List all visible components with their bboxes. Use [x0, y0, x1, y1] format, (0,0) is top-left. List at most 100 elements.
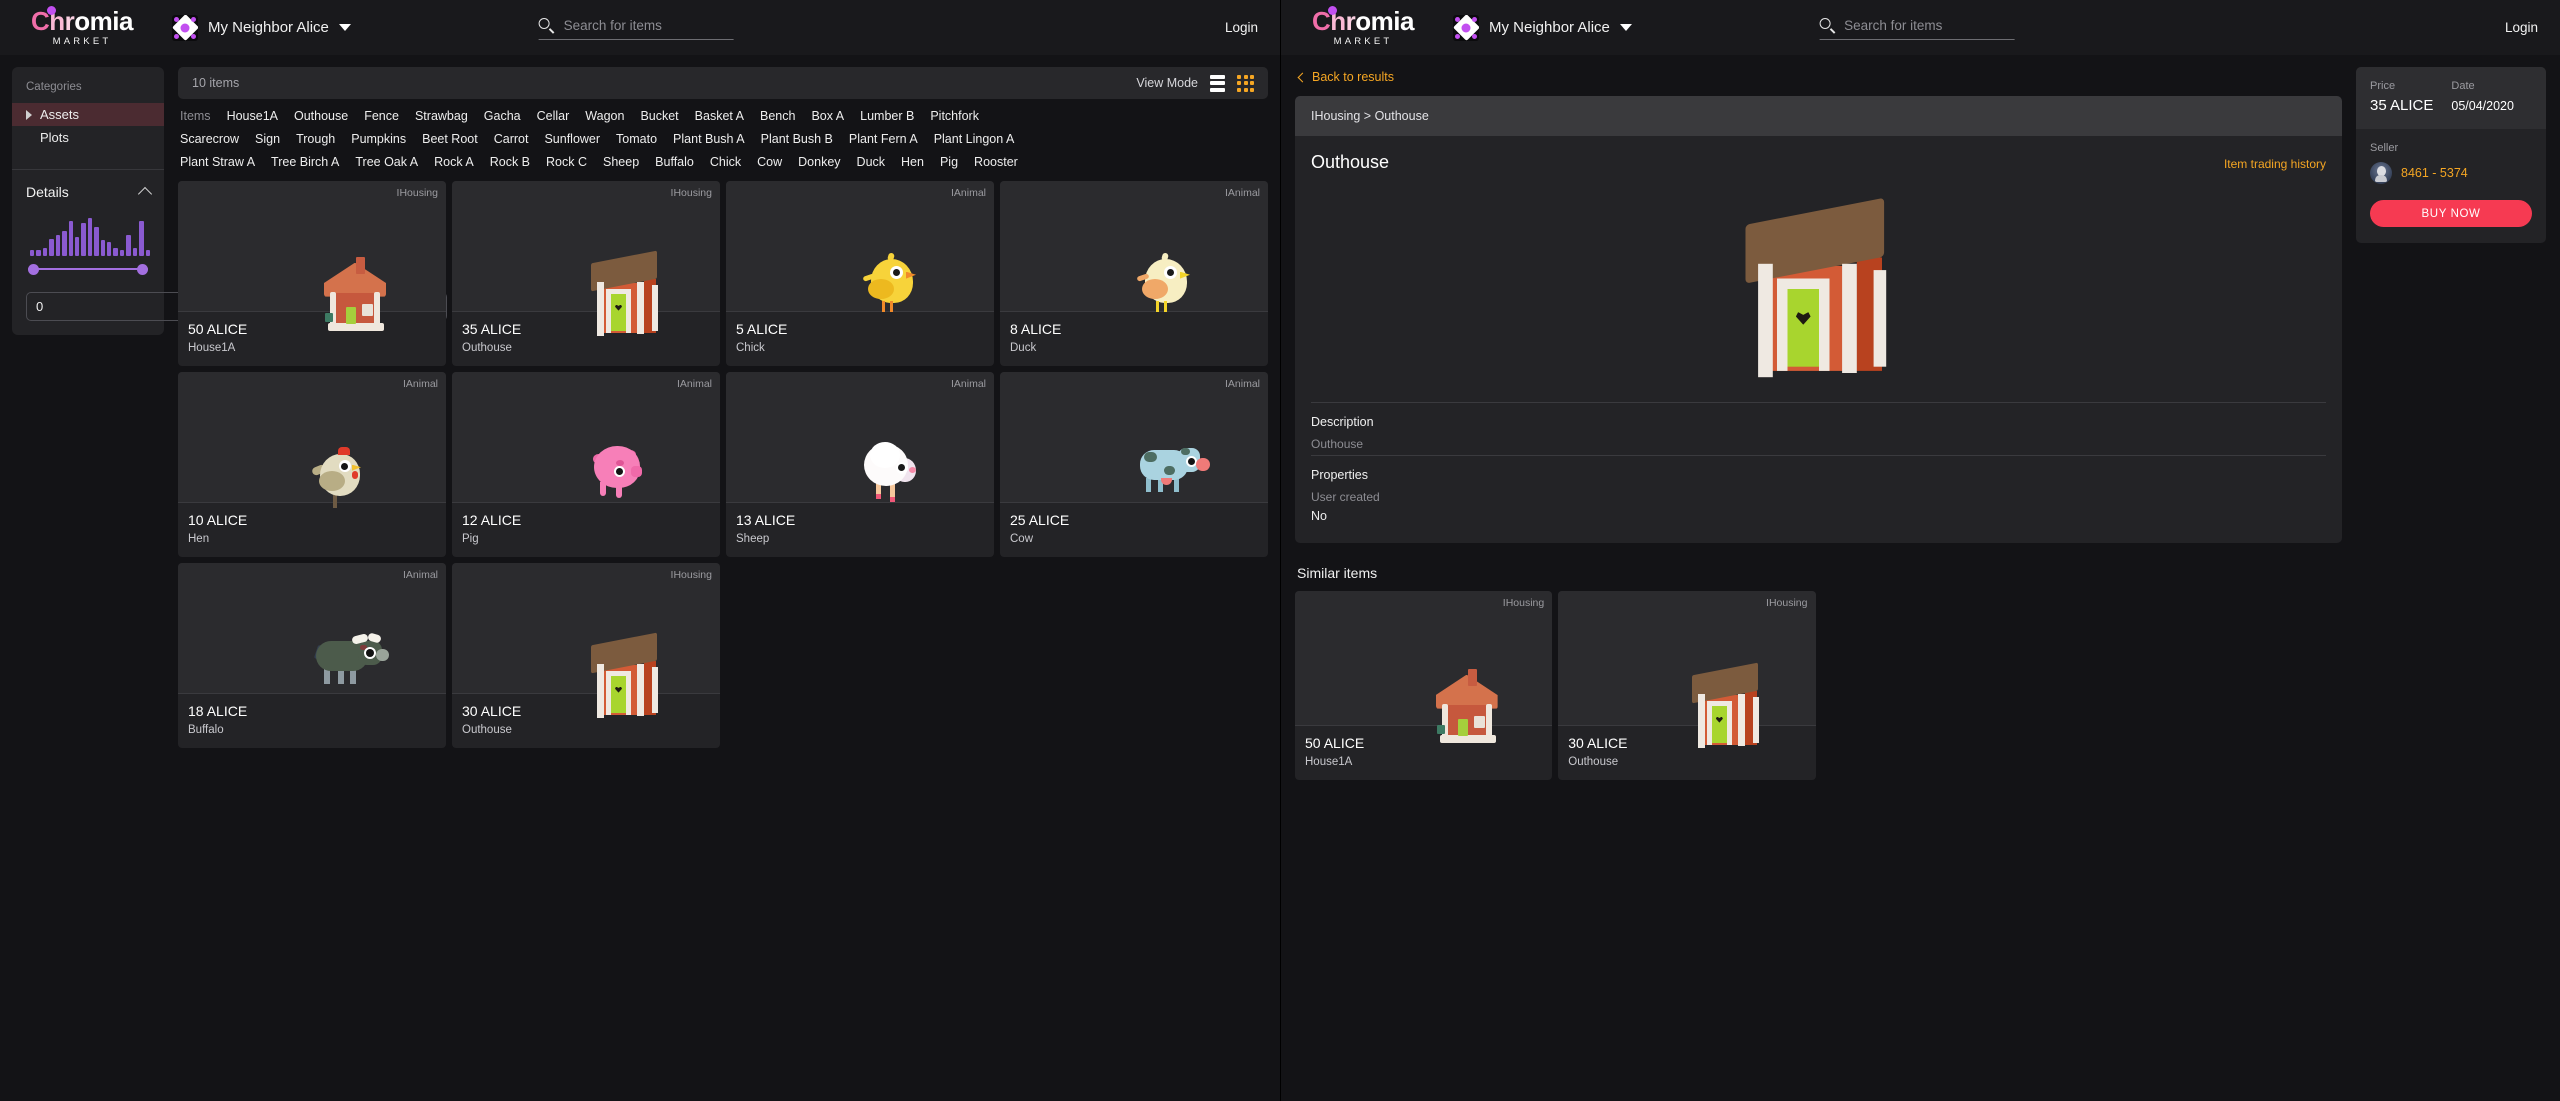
tag-filter-bucket[interactable]: Bucket: [640, 109, 678, 123]
seller-id-link[interactable]: 8461 - 5374: [2401, 166, 2468, 180]
tag-filter-cellar[interactable]: Cellar: [537, 109, 570, 123]
search-input[interactable]: Search for items: [564, 18, 662, 33]
sidebar-item-plots[interactable]: Plots: [12, 126, 164, 149]
search-box[interactable]: Search for items: [538, 16, 734, 40]
sidebar-item-label: Assets: [40, 107, 80, 122]
alice-hexagon-icon: [172, 14, 198, 41]
back-to-results-link[interactable]: Back to results: [1295, 67, 2342, 96]
tag-filter-duck[interactable]: Duck: [857, 155, 885, 169]
item-type-badge: IAnimal: [402, 569, 438, 581]
tag-filter-carrot[interactable]: Carrot: [494, 132, 529, 146]
login-button[interactable]: Login: [2505, 20, 2538, 35]
item-price: 5 ALICE: [736, 321, 788, 337]
tag-filter-trough[interactable]: Trough: [296, 132, 335, 146]
description-title: Description: [1311, 415, 1374, 429]
tag-filter-hen[interactable]: Hen: [901, 155, 924, 169]
tag-filter-sunflower[interactable]: Sunflower: [544, 132, 600, 146]
tag-filter-tree-birch-a[interactable]: Tree Birch A: [271, 155, 339, 169]
item-name: Outhouse: [462, 342, 512, 354]
tag-filter-basket-a[interactable]: Basket A: [695, 109, 744, 123]
tag-filter-plant-bush-a[interactable]: Plant Bush A: [673, 132, 745, 146]
tag-filter-lumber-b[interactable]: Lumber B: [860, 109, 914, 123]
tag-filter-house1a[interactable]: House1A: [227, 109, 278, 123]
item-card[interactable]: IHousing 30 ALICE Outhouse: [1558, 591, 1816, 780]
item-card[interactable]: IHousing 35 ALICE Outhouse: [452, 181, 720, 366]
tag-filter-beet-root[interactable]: Beet Root: [422, 132, 478, 146]
tag-filter-chick[interactable]: Chick: [710, 155, 741, 169]
item-card[interactable]: IAnimal 5 ALICE Chick: [726, 181, 994, 366]
details-header[interactable]: Details: [26, 184, 153, 202]
list-view-icon[interactable]: [1210, 74, 1225, 92]
grid-view-icon[interactable]: [1237, 74, 1254, 92]
price-block: Price 35 ALICE: [2370, 80, 2433, 114]
item-card[interactable]: IAnimal 8 ALICE Duck: [1000, 181, 1268, 366]
item-card[interactable]: IAnimal 12 ALICE Pig: [452, 372, 720, 557]
item-card[interactable]: IAnimal 10 ALICE Hen: [178, 372, 446, 557]
detail-column: Back to results IHousing > Outhouse Outh…: [1295, 67, 2342, 780]
tag-filter-items[interactable]: Items: [180, 109, 211, 123]
tag-filter-plant-fern-a[interactable]: Plant Fern A: [849, 132, 918, 146]
item-thumbnail: IAnimal: [1000, 372, 1268, 503]
tag-filter-plant-straw-a[interactable]: Plant Straw A: [180, 155, 255, 169]
tag-filter-plant-lingon-a[interactable]: Plant Lingon A: [934, 132, 1015, 146]
histogram-bar: [42, 248, 48, 256]
sidebar-item-assets[interactable]: Assets: [12, 103, 164, 126]
view-mode-label: View Mode: [1136, 76, 1198, 90]
tag-filter-wagon[interactable]: Wagon: [585, 109, 624, 123]
game-switcher[interactable]: My Neighbor Alice: [172, 14, 351, 41]
tag-filter-rock-b[interactable]: Rock B: [490, 155, 530, 169]
login-button[interactable]: Login: [1225, 20, 1258, 35]
item-thumbnail: IAnimal: [452, 372, 720, 503]
date-label: Date: [2451, 80, 2475, 92]
slider-knob-max[interactable]: [137, 263, 148, 275]
item-card[interactable]: IAnimal 13 ALICE Sheep: [726, 372, 994, 557]
tag-filter-pitchfork[interactable]: Pitchfork: [930, 109, 979, 123]
chevron-up-icon[interactable]: [137, 186, 153, 202]
price-value: 35 ALICE: [2370, 97, 2434, 114]
tag-filter-sheep[interactable]: Sheep: [603, 155, 639, 169]
item-price: 10 ALICE: [188, 512, 248, 528]
tag-filter-rooster[interactable]: Rooster: [974, 155, 1018, 169]
item-card[interactable]: IHousing 50 ALICE House1A: [1295, 591, 1553, 780]
item-thumbnail: IAnimal: [178, 372, 446, 508]
tag-filter-outhouse[interactable]: Outhouse: [294, 109, 348, 123]
buy-now-button[interactable]: BUY NOW: [2370, 200, 2532, 227]
item-card[interactable]: IAnimal 18 ALICE Buffalo: [178, 563, 446, 748]
game-name-label: My Neighbor Alice: [1489, 19, 1610, 36]
tag-filter-strawbag[interactable]: Strawbag: [415, 109, 468, 123]
chromia-logo[interactable]: Chromia MARKET: [1303, 6, 1423, 47]
tag-filter-gacha[interactable]: Gacha: [484, 109, 521, 123]
search-box[interactable]: Search for items: [1819, 16, 2015, 40]
tag-filter-tomato[interactable]: Tomato: [616, 132, 657, 146]
price-range-slider[interactable]: [28, 262, 148, 276]
tag-filter-cow[interactable]: Cow: [757, 155, 782, 169]
tag-filter-rock-a[interactable]: Rock A: [434, 155, 474, 169]
tag-filter-bench[interactable]: Bench: [760, 109, 795, 123]
tag-filter-fence[interactable]: Fence: [364, 109, 399, 123]
search-input[interactable]: Search for items: [1844, 18, 1942, 33]
item-trading-history-link[interactable]: Item trading history: [2224, 157, 2326, 171]
tag-filter-tree-oak-a[interactable]: Tree Oak A: [355, 155, 418, 169]
tag-filter-scarecrow[interactable]: Scarecrow: [180, 132, 239, 146]
tag-filter-donkey[interactable]: Donkey: [798, 155, 840, 169]
tag-filter-sign[interactable]: Sign: [255, 132, 280, 146]
item-card[interactable]: IHousing 50 ALICE House1A: [178, 181, 446, 366]
tag-filter-row: Plant Straw A Tree Birch A Tree Oak A Rock …: [180, 155, 1266, 169]
item-type-badge: IHousing: [670, 187, 712, 199]
chromia-logo[interactable]: Chromia MARKET: [22, 6, 142, 47]
item-meta: 30 ALICE Outhouse: [1558, 726, 1815, 780]
seller-row[interactable]: 8461 - 5374: [2370, 162, 2532, 184]
tag-filter-pig[interactable]: Pig: [940, 155, 958, 169]
tag-filter-rock-c[interactable]: Rock C: [546, 155, 587, 169]
page-title: Outhouse: [1311, 152, 1390, 172]
item-thumbnail: IAnimal: [726, 181, 994, 312]
tag-filter-box-a[interactable]: Box A: [811, 109, 844, 123]
slider-knob-min[interactable]: [28, 263, 39, 275]
item-card[interactable]: IHousing 30 ALICE Outhouse: [452, 563, 720, 748]
tag-filter-pumpkins[interactable]: Pumpkins: [351, 132, 406, 146]
logo-letters-rest: omia: [1355, 6, 1414, 37]
tag-filter-plant-bush-b[interactable]: Plant Bush B: [761, 132, 833, 146]
tag-filter-buffalo[interactable]: Buffalo: [655, 155, 694, 169]
game-switcher[interactable]: My Neighbor Alice: [1453, 14, 1632, 41]
item-card[interactable]: IAnimal 25 ALICE Cow: [1000, 372, 1268, 557]
